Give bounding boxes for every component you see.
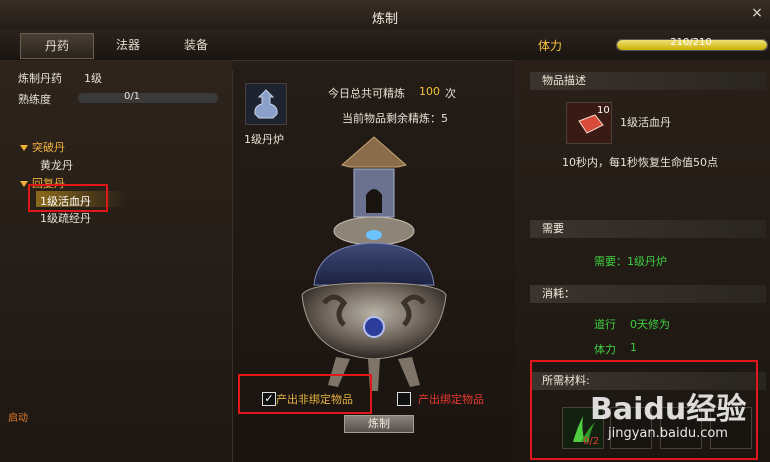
annotation-box-selected <box>28 184 108 212</box>
daily-refine-text: 今日总共可精炼 <box>328 87 405 100</box>
checkbox-bound[interactable] <box>397 392 411 406</box>
need-section-header: 需要 <box>530 220 766 238</box>
tab-pills[interactable]: 丹药 <box>20 33 94 59</box>
item-name: 1级活血丹 <box>620 116 671 129</box>
desc-section-header: 物品描述 <box>530 72 766 90</box>
furnace-icon <box>246 84 286 124</box>
watermark-url: jingyan.baidu.com <box>608 426 728 441</box>
stamina-label: 体力 <box>538 39 563 53</box>
item-description: 10秒内，每1秒恢复生命值50点 <box>562 156 718 169</box>
recipe-panel <box>0 60 232 462</box>
tree-category-breakthrough[interactable]: 突破丹 <box>20 139 65 155</box>
option-bound-label: 产出绑定物品 <box>418 393 484 406</box>
refine-button[interactable]: 炼制 <box>344 415 414 433</box>
remaining-refine-text: 当前物品剩余精炼：5 <box>342 112 448 125</box>
item-icon-slot[interactable]: 10 <box>566 102 612 144</box>
item-stack-badge: 10 <box>597 105 610 116</box>
tree-item-shujing[interactable]: 1级疏经丹 <box>40 210 91 226</box>
tree-item-huanglong[interactable]: 黄龙丹 <box>40 157 73 173</box>
close-icon[interactable]: × <box>748 4 766 22</box>
daily-refine-count: 100 <box>419 85 440 98</box>
consume-label-daohang: 道行 <box>594 318 616 331</box>
expand-triangle-icon <box>20 145 28 151</box>
refine-level: 1级 <box>84 72 102 85</box>
stamina-value: 210/210 <box>670 37 712 48</box>
expand-triangle-icon <box>20 181 28 187</box>
consume-value-daohang: 0天修为 <box>630 318 670 331</box>
tab-equipment[interactable]: 装备 <box>160 33 232 57</box>
proficiency-label: 熟练度 <box>18 93 51 106</box>
refine-type-label: 炼制丹药 <box>18 72 62 85</box>
proficiency-value: 0/1 <box>123 91 141 102</box>
category-label: 突破丹 <box>32 141 65 154</box>
furnace-illustration <box>301 136 447 391</box>
daily-refine-unit: 次 <box>445 87 456 100</box>
bottom-tag: 启动 <box>8 413 28 424</box>
alchemy-furnace-image <box>294 135 454 397</box>
furnace-slot[interactable] <box>245 83 287 125</box>
annotation-box-unbound <box>238 374 372 414</box>
window-title: 炼制 <box>371 12 398 27</box>
need-furnace-text: 需要：1级丹炉 <box>594 255 667 268</box>
furnace-label: 1级丹炉 <box>244 133 284 146</box>
watermark-logo: Baidu经验 <box>590 392 747 427</box>
consume-value-stamina: 1 <box>630 341 637 354</box>
consume-label-stamina: 体力 <box>594 343 616 356</box>
consume-section-header: 消耗： <box>530 285 766 303</box>
tab-artifacts[interactable]: 法器 <box>92 33 164 57</box>
